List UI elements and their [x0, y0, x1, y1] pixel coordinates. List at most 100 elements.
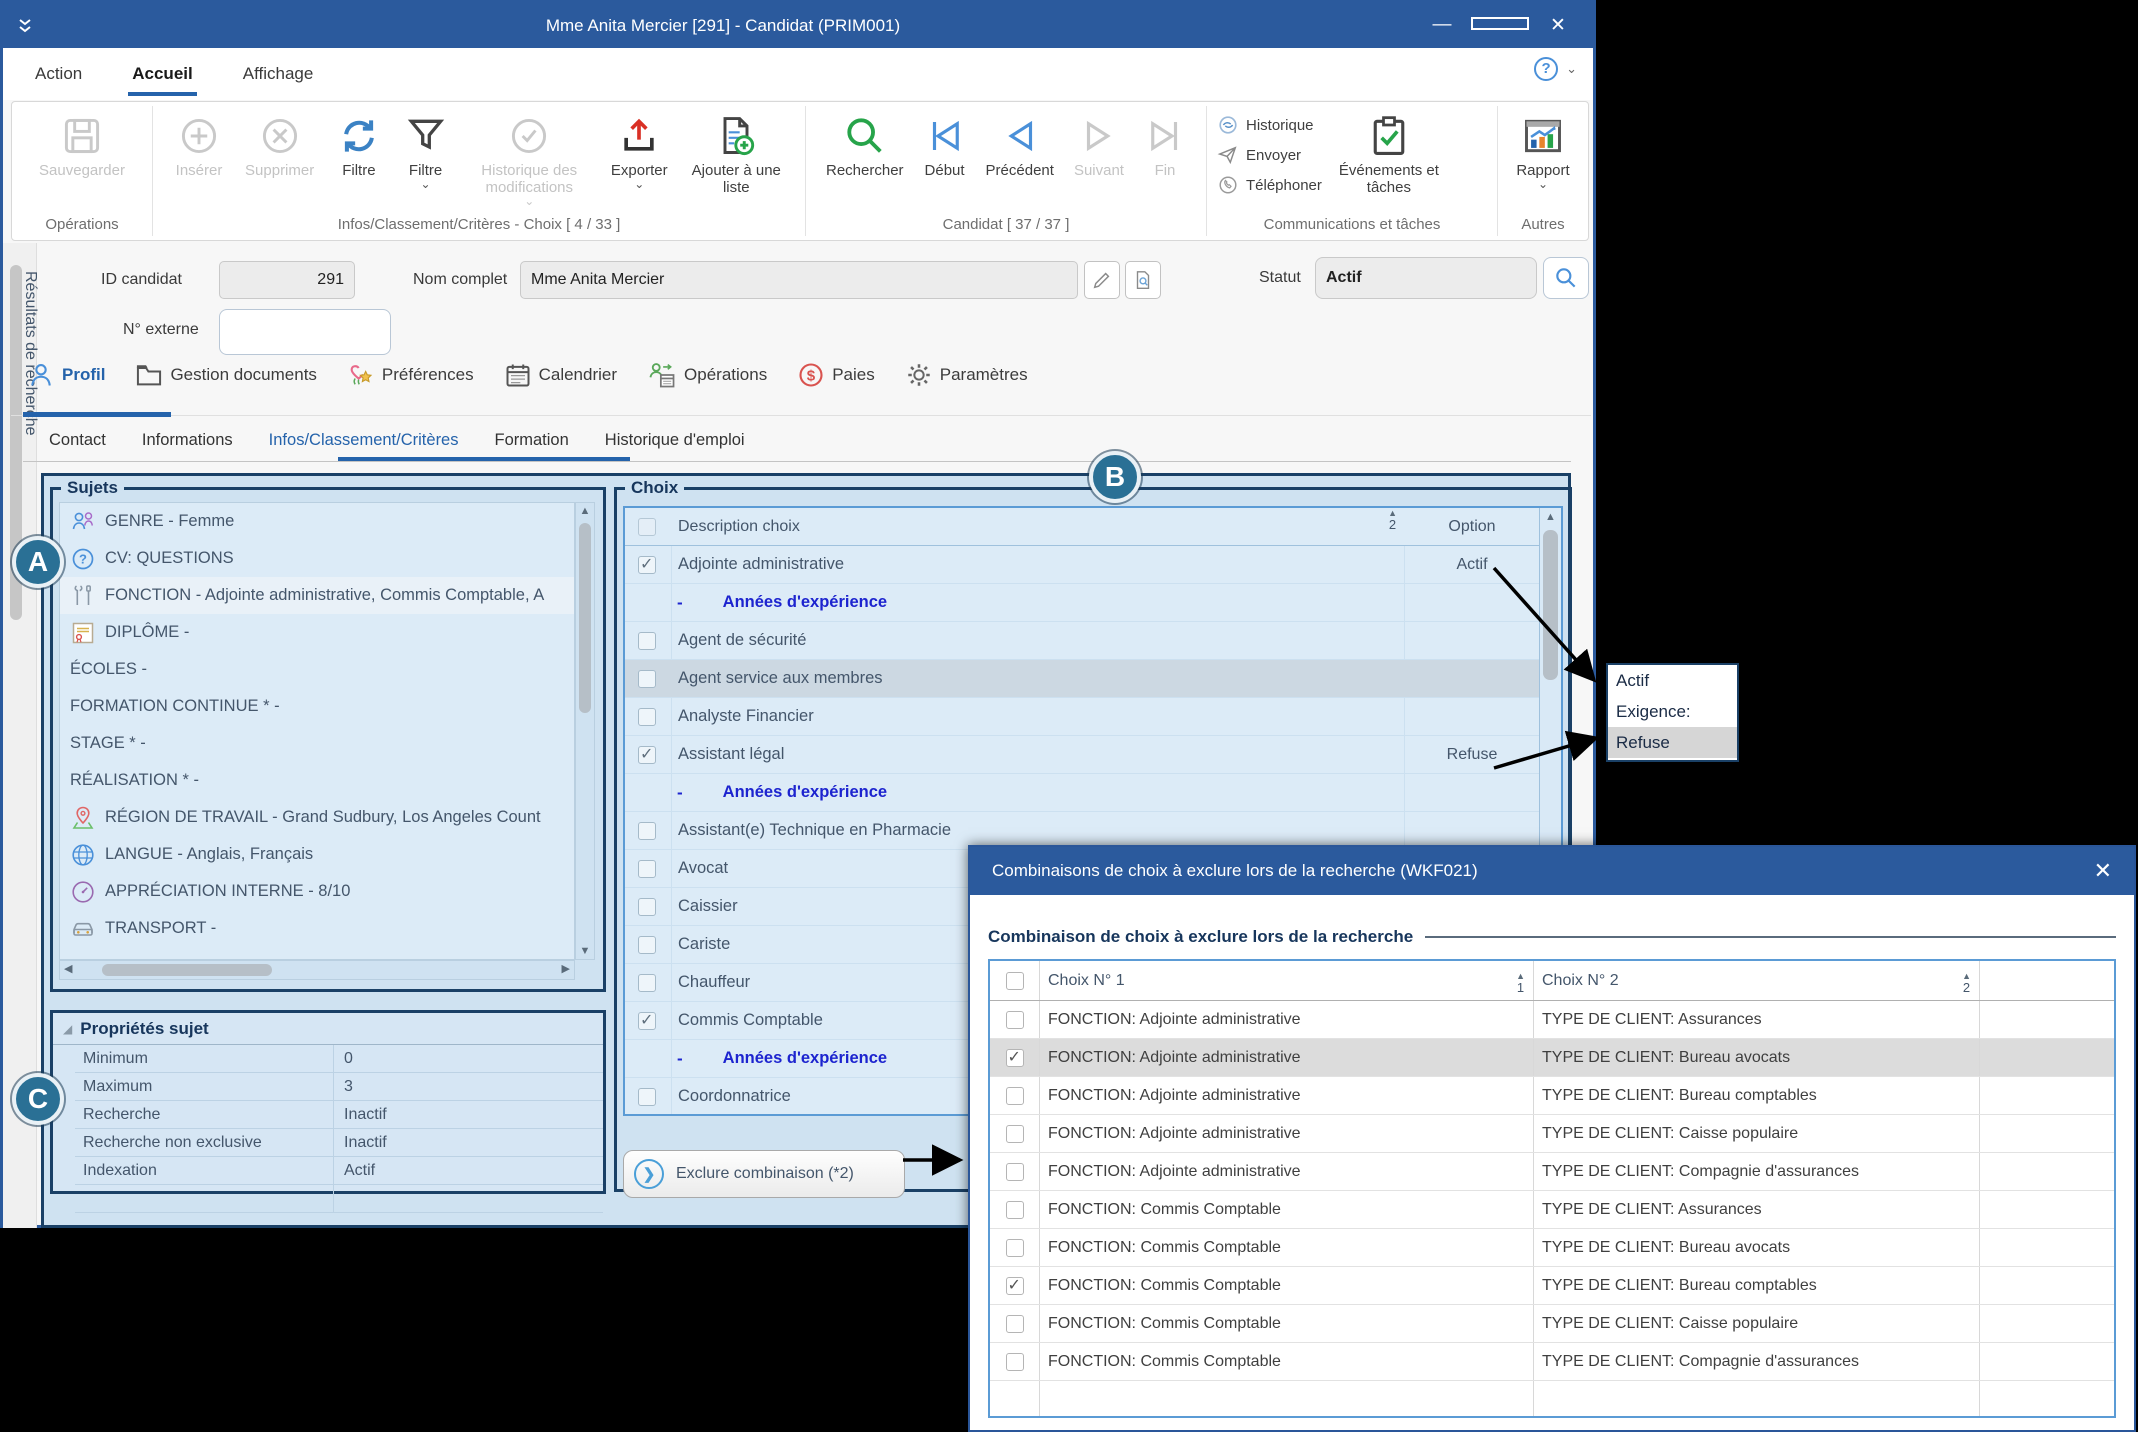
- list-item[interactable]: RÉGION DE TRAVAIL - Grand Sudbury, Los A…: [60, 799, 574, 836]
- table-subrow[interactable]: - Années d'expérience: [625, 584, 1539, 622]
- table-row[interactable]: FONCTION: Commis Comptable TYPE DE CLIEN…: [990, 1229, 2114, 1267]
- last-button[interactable]: Fin: [1144, 108, 1186, 179]
- scroll-left-icon[interactable]: ◀: [64, 962, 72, 975]
- list-item[interactable]: TRANSPORT -: [60, 910, 574, 947]
- save-button[interactable]: Sauvegarder: [39, 108, 125, 179]
- minimize-icon[interactable]: —: [1413, 14, 1471, 37]
- select-all-checkbox[interactable]: [638, 518, 656, 536]
- chevron-down-icon[interactable]: ⌄: [1538, 179, 1548, 189]
- horizontal-scrollbar[interactable]: ◀ ▶: [59, 960, 575, 980]
- tab-profil[interactable]: Profil: [27, 361, 105, 389]
- checkbox[interactable]: [638, 974, 656, 992]
- checkbox[interactable]: [1006, 1011, 1024, 1029]
- tab-operations[interactable]: Opérations: [647, 361, 767, 389]
- choix-table-header[interactable]: Description choix ▲2 Option: [625, 508, 1539, 546]
- table-row[interactable]: FONCTION: Commis Comptable TYPE DE CLIEN…: [990, 1267, 2114, 1305]
- history-modifications-button[interactable]: Historique des modifications ⌄: [470, 108, 588, 206]
- property-row[interactable]: Recherche non exclusiveInactif: [75, 1129, 603, 1157]
- close-icon[interactable]: ✕: [2094, 858, 2112, 884]
- tab-preferences[interactable]: Préférences: [347, 361, 474, 389]
- table-row[interactable]: Assistant légal Refuse: [625, 736, 1539, 774]
- dropdown-item-exigence[interactable]: Exigence:: [1608, 696, 1737, 727]
- table-row[interactable]: FONCTION: Adjointe administrative TYPE D…: [990, 1039, 2114, 1077]
- checkbox[interactable]: [1006, 1277, 1024, 1295]
- collapse-icon[interactable]: ◢: [63, 1022, 72, 1036]
- dropdown-item-actif[interactable]: Actif: [1608, 665, 1737, 696]
- checkbox[interactable]: [638, 556, 656, 574]
- scroll-down-icon[interactable]: ▼: [576, 945, 594, 957]
- table-row[interactable]: Agent de sécurité: [625, 622, 1539, 660]
- send-button[interactable]: Envoyer: [1217, 142, 1322, 168]
- vertical-scrollbar[interactable]: ▲ ▼: [575, 502, 595, 960]
- checkbox[interactable]: [638, 708, 656, 726]
- report-button[interactable]: Rapport ⌄: [1516, 108, 1569, 189]
- chevron-down-icon[interactable]: ⌄: [1566, 61, 1577, 77]
- scroll-right-icon[interactable]: ▶: [562, 962, 570, 975]
- status-lookup-button[interactable]: [1543, 257, 1589, 299]
- property-row[interactable]: RechercheInactif: [75, 1101, 603, 1129]
- table-row[interactable]: FONCTION: Commis Comptable TYPE DE CLIEN…: [990, 1343, 2114, 1381]
- checkbox[interactable]: [1006, 1315, 1024, 1333]
- property-row[interactable]: Maximum3: [75, 1073, 603, 1101]
- full-name-field[interactable]: Mme Anita Mercier: [520, 261, 1078, 299]
- tab-calendrier[interactable]: Calendrier: [504, 361, 617, 389]
- external-number-field[interactable]: [219, 309, 391, 355]
- table-row[interactable]: FONCTION: Adjointe administrative TYPE D…: [990, 1153, 2114, 1191]
- checkbox[interactable]: [638, 670, 656, 688]
- refresh-button[interactable]: Filtre: [337, 108, 381, 179]
- checkbox[interactable]: [638, 746, 656, 764]
- subtab-formation[interactable]: Formation: [495, 431, 569, 450]
- chevron-down-icon[interactable]: ⌄: [421, 179, 431, 189]
- menu-accueil[interactable]: Accueil: [130, 58, 194, 90]
- scroll-up-icon[interactable]: ▲: [1540, 511, 1561, 523]
- column-header-choix1[interactable]: Choix N° 1 ▲1: [1040, 961, 1534, 1000]
- popup-title-bar[interactable]: Combinaisons de choix à exclure lors de …: [970, 847, 2134, 895]
- list-item[interactable]: GENRE - Femme: [60, 503, 574, 540]
- insert-button[interactable]: Insérer: [176, 108, 223, 179]
- checkbox[interactable]: [638, 632, 656, 650]
- next-button[interactable]: Suivant: [1074, 108, 1124, 179]
- subtab-informations[interactable]: Informations: [142, 431, 233, 450]
- table-row[interactable]: Adjointe administrative Actif: [625, 546, 1539, 584]
- column-header-option[interactable]: Option: [1405, 518, 1539, 536]
- exclusions-table-header[interactable]: Choix N° 1 ▲1 Choix N° 2 ▲2: [990, 961, 2114, 1001]
- checkbox[interactable]: [638, 1012, 656, 1030]
- table-row[interactable]: FONCTION: Adjointe administrative TYPE D…: [990, 1115, 2114, 1153]
- checkbox[interactable]: [638, 860, 656, 878]
- chevron-down-icon[interactable]: ⌄: [524, 196, 534, 206]
- list-item[interactable]: FORMATION CONTINUE * -: [60, 688, 574, 725]
- list-item[interactable]: RÉALISATION * -: [60, 762, 574, 799]
- edit-name-button[interactable]: [1084, 261, 1120, 299]
- table-row[interactable]: FONCTION: Adjointe administrative TYPE D…: [990, 1077, 2114, 1115]
- properties-header[interactable]: ◢ Propriétés sujet: [53, 1013, 603, 1045]
- checkbox[interactable]: [638, 898, 656, 916]
- tab-paies[interactable]: $ Paies: [797, 361, 875, 389]
- menu-action[interactable]: Action: [33, 58, 84, 90]
- events-tasks-button[interactable]: Événements et tâches: [1330, 108, 1448, 196]
- property-row[interactable]: Minimum0: [75, 1045, 603, 1073]
- checkbox[interactable]: [1006, 1201, 1024, 1219]
- add-to-list-button[interactable]: Ajouter à une liste: [690, 108, 782, 196]
- list-item[interactable]: [60, 947, 574, 960]
- table-row[interactable]: FONCTION: Commis Comptable TYPE DE CLIEN…: [990, 1305, 2114, 1343]
- table-subrow[interactable]: - Années d'expérience: [625, 774, 1539, 812]
- checkbox[interactable]: [1006, 1239, 1024, 1257]
- status-field[interactable]: Actif: [1315, 257, 1537, 299]
- list-item[interactable]: ÉCOLES -: [60, 651, 574, 688]
- tab-parametres[interactable]: Paramètres: [905, 361, 1028, 389]
- column-header-choix2[interactable]: Choix N° 2 ▲2: [1534, 961, 1980, 1000]
- subtab-historique-emploi[interactable]: Historique d'emploi: [605, 431, 745, 450]
- table-row[interactable]: FONCTION: Commis Comptable TYPE DE CLIEN…: [990, 1191, 2114, 1229]
- list-item[interactable]: STAGE * -: [60, 725, 574, 762]
- subtab-contact[interactable]: Contact: [49, 431, 106, 450]
- title-bar[interactable]: Mme Anita Mercier [291] - Candidat (PRIM…: [3, 3, 1593, 48]
- checkbox[interactable]: [1006, 1087, 1024, 1105]
- table-row[interactable]: FONCTION: Adjointe administrative TYPE D…: [990, 1001, 2114, 1039]
- checkbox[interactable]: [1006, 1049, 1024, 1067]
- preview-document-button[interactable]: [1125, 261, 1161, 299]
- filter-button[interactable]: Filtre ⌄: [404, 108, 448, 189]
- history-button[interactable]: Historique: [1217, 112, 1322, 138]
- checkbox[interactable]: [1006, 1353, 1024, 1371]
- checkbox[interactable]: [638, 822, 656, 840]
- delete-button[interactable]: Supprimer: [245, 108, 314, 179]
